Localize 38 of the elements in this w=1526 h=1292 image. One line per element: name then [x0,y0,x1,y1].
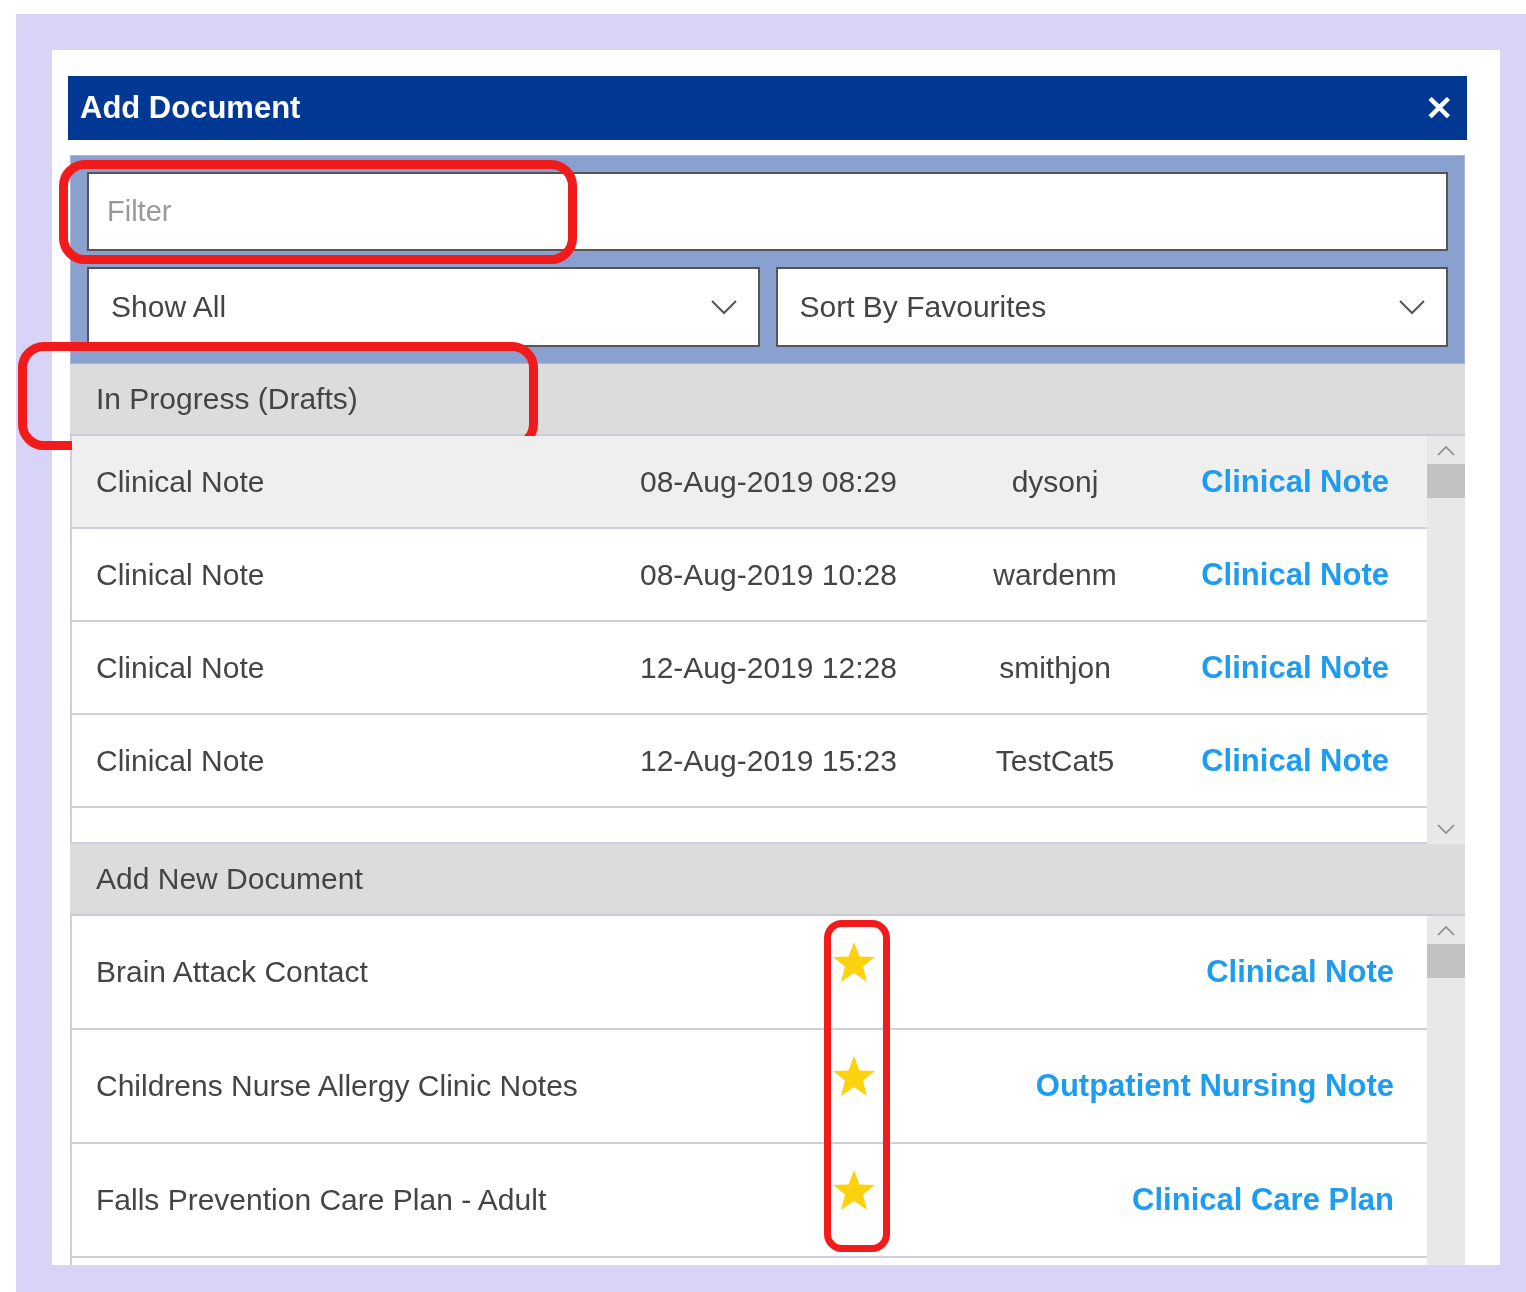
chevron-down-icon [709,299,738,315]
star-icon[interactable] [832,1169,876,1211]
user-name: dysonj [1010,464,1100,499]
scrollbar-thumb[interactable] [1427,944,1465,978]
star-icon[interactable] [832,941,876,983]
star-icon[interactable] [832,1055,876,1097]
document-name: Clinical Note [95,743,266,778]
date-time: 12-Aug-2019 12:28 [640,650,898,685]
scroll-up-icon[interactable] [1437,446,1455,456]
dropdown[interactable]: Show All [87,267,760,347]
scrollbar[interactable] [1427,916,1465,1265]
user-name: TestCat5 [994,743,1116,778]
scroll-down-icon[interactable] [1437,824,1455,834]
document-name: Clinical Note [95,557,266,592]
chevron-down-icon [1398,299,1426,315]
user-name: wardenm [992,557,1118,592]
draft-row[interactable]: Clinical Note 08-Aug-2019 10:28 wardenm Clinical Note [72,529,1427,622]
document-name[interactable]: Brain Attack Contact [72,955,832,989]
section-title: Add New Document [96,862,363,896]
user-name: smithjon [998,650,1112,685]
document-name: Clinical Note [95,650,266,685]
section-title: In Progress (Drafts) [96,382,358,416]
window-title: Add Document [80,90,301,126]
dropdown[interactable]: Sort By Favourites [775,267,1448,347]
date-time: 08-Aug-2019 08:29 [640,464,898,499]
close-button[interactable]: ✕ [1425,88,1453,128]
draft-row[interactable]: Clinical Note 12-Aug-2019 15:23 TestCat5 Clinical Note [72,715,1427,808]
scrollbar[interactable] [1427,436,1465,844]
draft-row[interactable]: Clinical Note 12-Aug-2019 12:28 smithjon Clinical Note [72,622,1427,715]
document-name: Clinical Note [95,464,266,499]
document-name[interactable]: Falls Prevention Care Plan - Adult [72,1183,832,1217]
date-time: 12-Aug-2019 15:23 [640,743,898,778]
date-time: 08-Aug-2019 10:28 [640,557,898,592]
draft-row[interactable]: Clinical Note 08-Aug-2019 08:29 dysonj Clinical Note [72,436,1427,529]
scroll-up-icon[interactable] [1437,926,1455,936]
scrollbar-thumb[interactable] [1427,464,1465,498]
document-name[interactable]: Childrens Nurse Allergy Clinic Notes [72,1069,832,1103]
filter-field[interactable]: Filter [87,172,1448,251]
